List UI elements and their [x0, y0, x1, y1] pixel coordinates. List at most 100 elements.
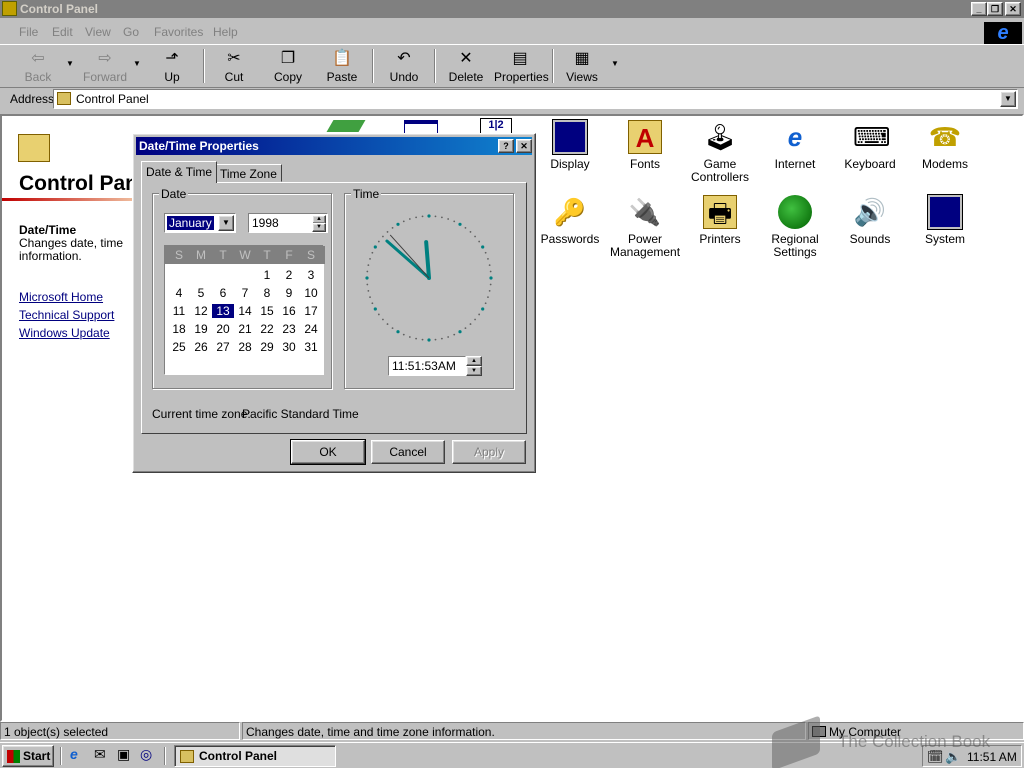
calendar-day[interactable]: 24	[300, 322, 322, 336]
calendar-day[interactable]: 11	[168, 304, 190, 318]
calendar-day[interactable]: 7	[234, 286, 256, 300]
calendar-day[interactable]: 2	[278, 268, 300, 282]
apply-button[interactable]: Apply	[452, 440, 526, 464]
paste-button[interactable]: 📋 Paste	[316, 48, 368, 86]
time-up-icon[interactable]: ▲	[466, 356, 482, 366]
taskbar-control-panel[interactable]: Control Panel	[174, 745, 336, 767]
show-desktop-icon[interactable]: ▣	[117, 746, 130, 763]
delete-button[interactable]: ✕ Delete	[440, 48, 492, 86]
icon-regional-settings[interactable]: Regional Settings	[760, 195, 830, 259]
icon-internet[interactable]: e Internet	[760, 120, 830, 171]
calendar-day[interactable]: 20	[212, 322, 234, 336]
outlook-express-icon[interactable]: ✉	[94, 746, 106, 763]
icon-fonts[interactable]: A Fonts	[610, 120, 680, 171]
calendar-day[interactable]: 21	[234, 322, 256, 336]
menu-help[interactable]: Help	[213, 25, 238, 39]
calendar-day[interactable]: 28	[234, 340, 256, 354]
icon-game-controllers[interactable]: 🕹 Game Controllers	[685, 120, 755, 184]
calendar-day[interactable]: 6	[212, 286, 234, 300]
month-select[interactable]: January ▼	[164, 213, 236, 233]
back-button[interactable]: ⇦ Back	[12, 48, 64, 86]
forward-button[interactable]: ⇨ Forward	[79, 48, 131, 86]
icon-sounds[interactable]: 🔊 Sounds	[835, 195, 905, 246]
forward-dropdown-icon[interactable]: ▼	[133, 59, 141, 68]
menu-favorites[interactable]: Favorites	[154, 25, 203, 39]
calendar-day[interactable]: 23	[278, 322, 300, 336]
minimize-button[interactable]: _	[971, 2, 987, 16]
calendar-day[interactable]: 10	[300, 286, 322, 300]
back-dropdown-icon[interactable]: ▼	[66, 59, 74, 68]
calendar-day[interactable]: 25	[168, 340, 190, 354]
calendar-day[interactable]: 14	[234, 304, 256, 318]
cut-button[interactable]: ✂ Cut	[208, 48, 260, 86]
calendar-day[interactable]: 26	[190, 340, 212, 354]
windows-update-link[interactable]: Windows Update	[19, 326, 110, 340]
microsoft-home-link[interactable]: Microsoft Home	[19, 290, 103, 304]
icon-passwords[interactable]: 🔑 Passwords	[535, 195, 605, 246]
calendar-day[interactable]: 9	[278, 286, 300, 300]
tab-date-time[interactable]: Date & Time	[141, 161, 218, 183]
icon-system[interactable]: System	[910, 194, 980, 246]
calendar-day[interactable]: 5	[190, 286, 212, 300]
weekday-label: F	[285, 248, 293, 262]
calendar-day[interactable]: 8	[256, 286, 278, 300]
calendar-day-selected[interactable]: 13	[212, 304, 234, 318]
calendar-day[interactable]: 19	[190, 322, 212, 336]
icon-display[interactable]: Display	[535, 119, 605, 171]
year-spinner[interactable]: 1998 ▲ ▼	[248, 213, 328, 233]
menu-file[interactable]: File	[19, 25, 38, 39]
month-dropdown-icon[interactable]: ▼	[218, 215, 234, 231]
year-down-icon[interactable]: ▼	[312, 223, 326, 232]
address-dropdown-button[interactable]: ▼	[1000, 91, 1016, 107]
time-down-icon[interactable]: ▼	[466, 366, 482, 376]
calendar-day[interactable]: 18	[168, 322, 190, 336]
icon-keyboard[interactable]: ⌨ Keyboard	[835, 120, 905, 171]
calendar-day[interactable]: 30	[278, 340, 300, 354]
menu-view[interactable]: View	[85, 25, 111, 39]
date-time-icon[interactable]: 1|2	[480, 118, 512, 134]
technical-support-link[interactable]: Technical Support	[19, 308, 114, 322]
calendar-day[interactable]: 1	[256, 268, 278, 282]
views-dropdown-icon[interactable]: ▼	[611, 59, 619, 68]
restore-button[interactable]: ❐	[987, 2, 1003, 16]
calendar-day[interactable]: 17	[300, 304, 322, 318]
close-button[interactable]: ✕	[1005, 2, 1021, 16]
calendar-day[interactable]: 4	[168, 286, 190, 300]
calendar-day[interactable]: 3	[300, 268, 322, 282]
menu-edit[interactable]: Edit	[52, 25, 73, 39]
tab-time-zone[interactable]: Time Zone	[215, 164, 282, 182]
icon-modems[interactable]: ☎ Modems	[910, 120, 980, 171]
help-button[interactable]: ?	[498, 139, 514, 153]
calendar-grid[interactable]: SMTWTFS 1 2 3 4 5 6 7 8 9 10 11 12 13 14 15 16 17 18 19 20 2…	[164, 245, 325, 375]
window-titlebar[interactable]: Control Panel _ ❐ ✕	[0, 0, 1024, 18]
icon-printers[interactable]: 🖶 Printers	[685, 195, 755, 246]
dialog-close-button[interactable]: ✕	[516, 139, 532, 153]
undo-button[interactable]: ↶ Undo	[378, 48, 430, 86]
calendar-day[interactable]: 31	[300, 340, 322, 354]
up-button[interactable]: ⬏ Up	[146, 48, 198, 86]
ok-button[interactable]: OK	[290, 439, 366, 465]
ie-quicklaunch-icon[interactable]: e	[70, 746, 78, 762]
add-remove-programs-icon[interactable]	[404, 120, 438, 134]
time-spinner[interactable]: ▲ ▼	[466, 356, 482, 376]
calendar-day[interactable]: 22	[256, 322, 278, 336]
address-field[interactable]: Control Panel ▼	[53, 89, 1018, 109]
calendar-day[interactable]: 29	[256, 340, 278, 354]
menu-go[interactable]: Go	[123, 25, 139, 39]
calendar-day[interactable]: 27	[212, 340, 234, 354]
cancel-button[interactable]: Cancel	[371, 440, 445, 464]
time-field[interactable]: 11:51:53AM	[388, 356, 466, 376]
start-button[interactable]: Start	[2, 745, 54, 767]
views-button[interactable]: ▦ Views	[556, 48, 608, 86]
icon-power-management[interactable]: 🔌 Power Management	[610, 195, 680, 259]
copy-button[interactable]: ❐ Copy	[262, 48, 314, 86]
add-hardware-icon[interactable]	[326, 120, 366, 132]
properties-button[interactable]: ▤ Properties	[494, 48, 549, 86]
clock-minute-mark	[489, 270, 492, 273]
dialog-titlebar[interactable]: Date/Time Properties ? ✕	[136, 137, 532, 155]
calendar-day[interactable]: 12	[190, 304, 212, 318]
calendar-day[interactable]: 16	[278, 304, 300, 318]
channels-icon[interactable]: ◎	[140, 746, 152, 763]
status-selection: 1 object(s) selected	[0, 722, 240, 740]
calendar-day[interactable]: 15	[256, 304, 278, 318]
